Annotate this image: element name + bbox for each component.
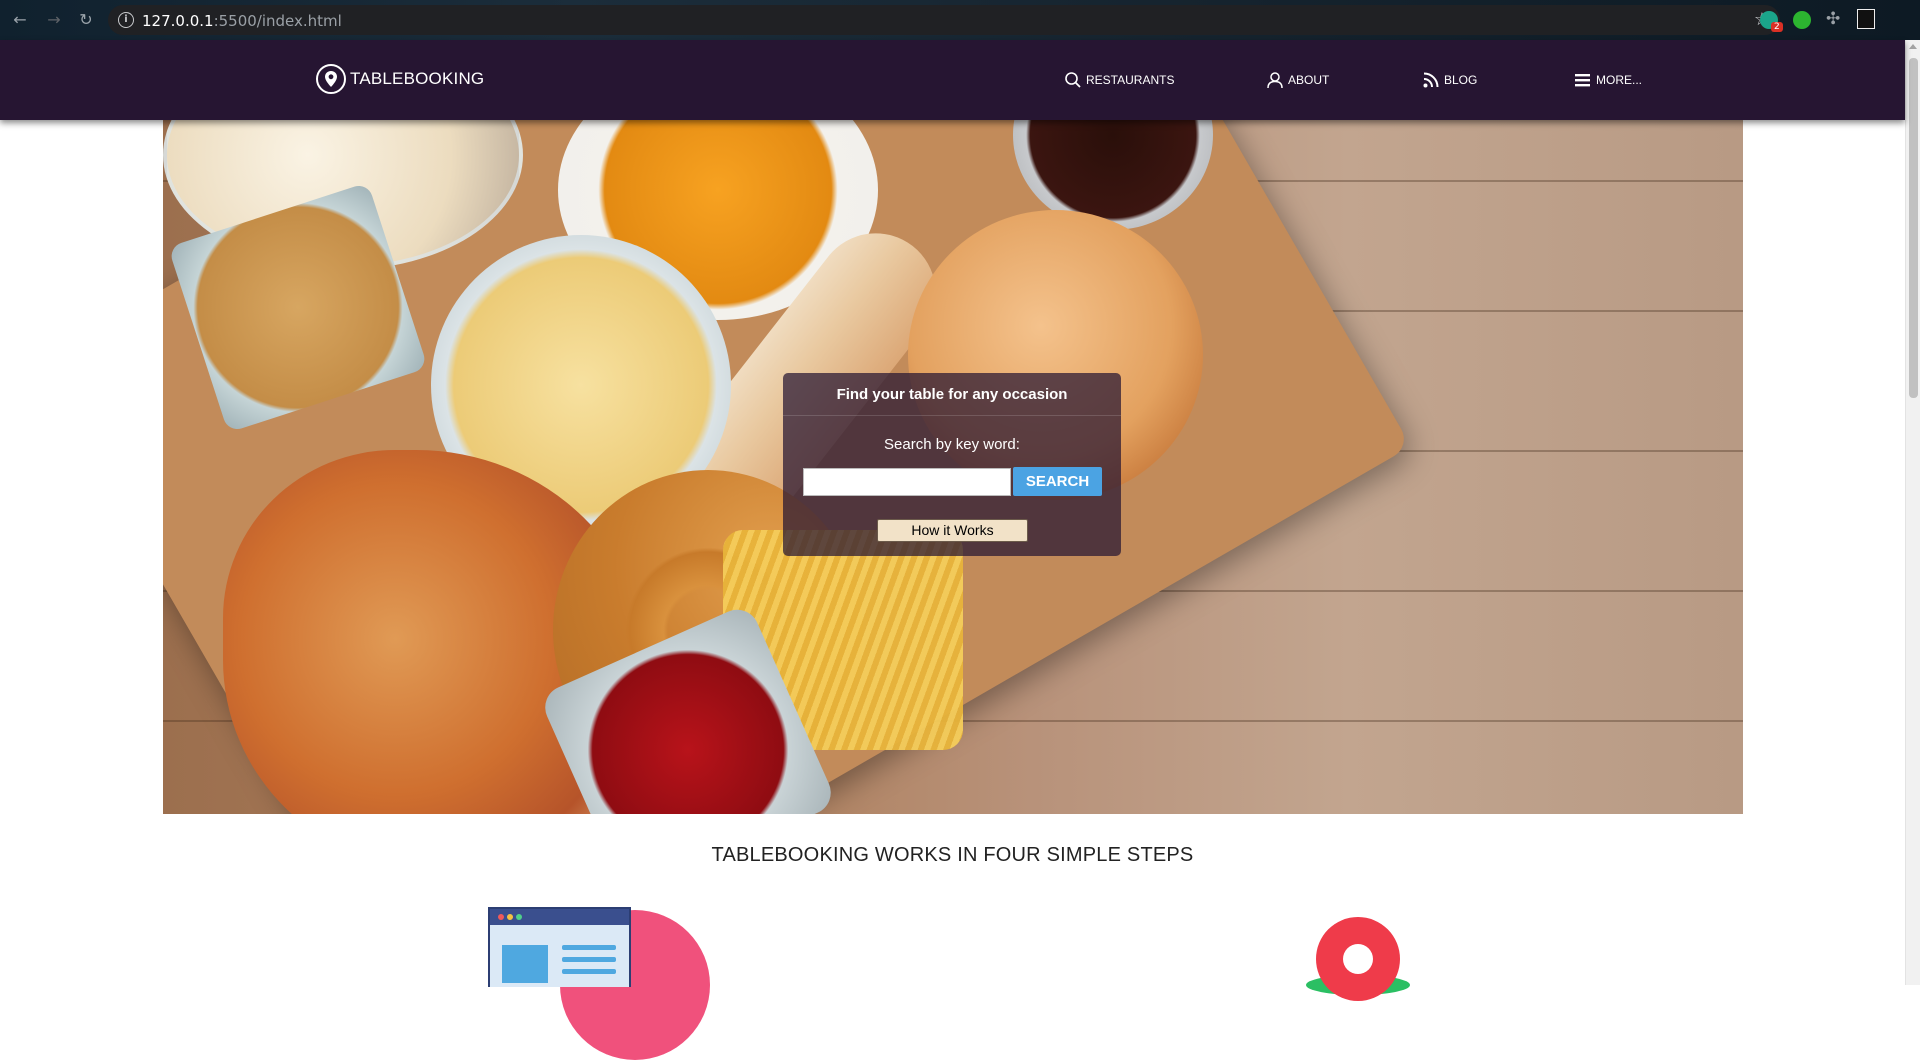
- nav-blog[interactable]: BLOG: [1422, 71, 1477, 89]
- scrollbar-thumb[interactable]: [1909, 58, 1918, 398]
- brand-name: TABLEBOOKING: [350, 69, 485, 88]
- address-bar[interactable]: i 127.0.0.1:5500/index.html ☆: [108, 5, 1780, 35]
- steps-heading: TABLEBOOKING WORKS IN FOUR SIMPLE STEPS: [711, 844, 1194, 866]
- menu-icon: [1574, 71, 1592, 89]
- illustration-dot: [507, 914, 513, 920]
- search-panel: Find your table for any occasion Search …: [783, 373, 1121, 556]
- back-icon[interactable]: ←: [10, 10, 30, 30]
- illustration-text-line: [562, 945, 616, 950]
- nav-more[interactable]: MORE...: [1574, 71, 1642, 89]
- search-panel-title: Find your table for any occasion: [836, 386, 1068, 403]
- site-info-icon[interactable]: i: [118, 12, 134, 28]
- rss-icon: [1422, 71, 1440, 89]
- page-scrollbar[interactable]: [1905, 40, 1920, 985]
- nav-restaurants-label: RESTAURANTS: [1086, 73, 1175, 87]
- panel-divider: [783, 415, 1121, 416]
- illustration-image-block: [502, 945, 548, 983]
- nav-restaurants[interactable]: RESTAURANTS: [1064, 71, 1174, 89]
- url-text[interactable]: 127.0.0.1:5500/index.html: [142, 12, 342, 30]
- extension-green-icon[interactable]: [1793, 11, 1811, 29]
- illustration-dot: [498, 914, 504, 920]
- illustration-dot: [516, 914, 522, 920]
- reload-icon[interactable]: ↻: [76, 10, 96, 30]
- search-icon: [1064, 71, 1082, 89]
- user-icon: [1266, 71, 1284, 89]
- map-pin-icon: [1316, 917, 1400, 1001]
- browser-illustration-icon: [488, 907, 631, 987]
- search-button[interactable]: SEARCH: [1013, 467, 1102, 496]
- nav-blog-label: BLOG: [1444, 73, 1478, 87]
- location-pin-icon: [316, 64, 346, 94]
- nav-about-label: ABOUT: [1288, 73, 1330, 87]
- site-navbar: TABLEBOOKING RESTAURANTS ABOUT BLOG MORE…: [0, 40, 1905, 120]
- search-input[interactable]: [803, 468, 1011, 496]
- how-it-works-button[interactable]: How it Works: [877, 519, 1028, 542]
- map-pin-hole: [1343, 944, 1373, 974]
- forward-icon[interactable]: →: [44, 10, 64, 30]
- profile-avatar[interactable]: [1857, 9, 1875, 29]
- illustration-text-line: [562, 957, 616, 962]
- extensions-puzzle-icon[interactable]: ✣: [1826, 9, 1840, 29]
- illustration-text-line: [562, 969, 616, 974]
- url-path: :5500/index.html: [213, 12, 342, 30]
- nav-about[interactable]: ABOUT: [1266, 71, 1329, 89]
- url-host: 127.0.0.1: [142, 12, 214, 30]
- nav-more-label: MORE...: [1596, 73, 1643, 87]
- search-label: Search by key word:: [884, 436, 1020, 453]
- brand-logo[interactable]: TABLEBOOKING: [316, 64, 484, 94]
- scroll-up-arrow-icon[interactable]: [1909, 44, 1917, 49]
- browser-toolbar: ← → ↻ i 127.0.0.1:5500/index.html ☆ 2 ✣: [0, 0, 1920, 40]
- extension-badge: 2: [1771, 22, 1783, 32]
